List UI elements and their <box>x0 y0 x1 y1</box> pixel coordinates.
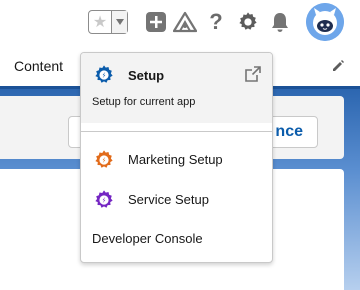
app-root: Content nce ★ ? Setup Setup for current … <box>0 0 360 290</box>
setup-gear-icon <box>95 65 113 83</box>
gear-icon <box>95 150 113 168</box>
open-in-new-window-icon[interactable] <box>245 66 261 82</box>
astro-avatar-icon <box>306 3 344 41</box>
menu-item-developer-console[interactable]: Developer Console <box>81 223 272 255</box>
favorites-group: ★ <box>88 10 128 34</box>
trailhead-icon <box>173 11 197 33</box>
menu-item-label: Service Setup <box>128 192 209 207</box>
pencil-icon[interactable] <box>331 59 345 73</box>
setup-menu-title: Setup <box>128 68 165 83</box>
notifications-button[interactable] <box>268 10 292 34</box>
menu-item-label: Developer Console <box>92 231 203 246</box>
bell-icon <box>272 13 288 32</box>
help-button[interactable]: ? <box>204 10 228 34</box>
gear-icon <box>239 12 257 30</box>
user-avatar[interactable] <box>306 3 344 41</box>
gear-icon <box>95 190 113 208</box>
caret-down-icon <box>115 19 124 25</box>
global-actions-button[interactable] <box>144 10 168 34</box>
plus-icon <box>146 12 166 32</box>
setup-menu-subtitle: Setup for current app <box>92 96 196 108</box>
setup-menu-header[interactable]: Setup Setup for current app <box>81 53 272 123</box>
help-icon: ? <box>209 9 223 34</box>
nav-tab-content[interactable]: Content <box>14 58 63 74</box>
setup-gear-button[interactable] <box>236 10 260 34</box>
setup-dropdown-menu: Setup Setup for current app Marketing Se… <box>80 52 273 263</box>
star-icon[interactable]: ★ <box>89 11 112 33</box>
menu-divider <box>81 131 272 132</box>
menu-item-marketing-setup[interactable]: Marketing Setup <box>81 144 272 176</box>
trailhead-button[interactable] <box>173 10 197 34</box>
favorites-list-button[interactable] <box>112 11 127 33</box>
menu-item-service-setup[interactable]: Service Setup <box>81 184 272 216</box>
background-button-label: nce <box>275 123 303 140</box>
menu-item-label: Marketing Setup <box>128 152 223 167</box>
